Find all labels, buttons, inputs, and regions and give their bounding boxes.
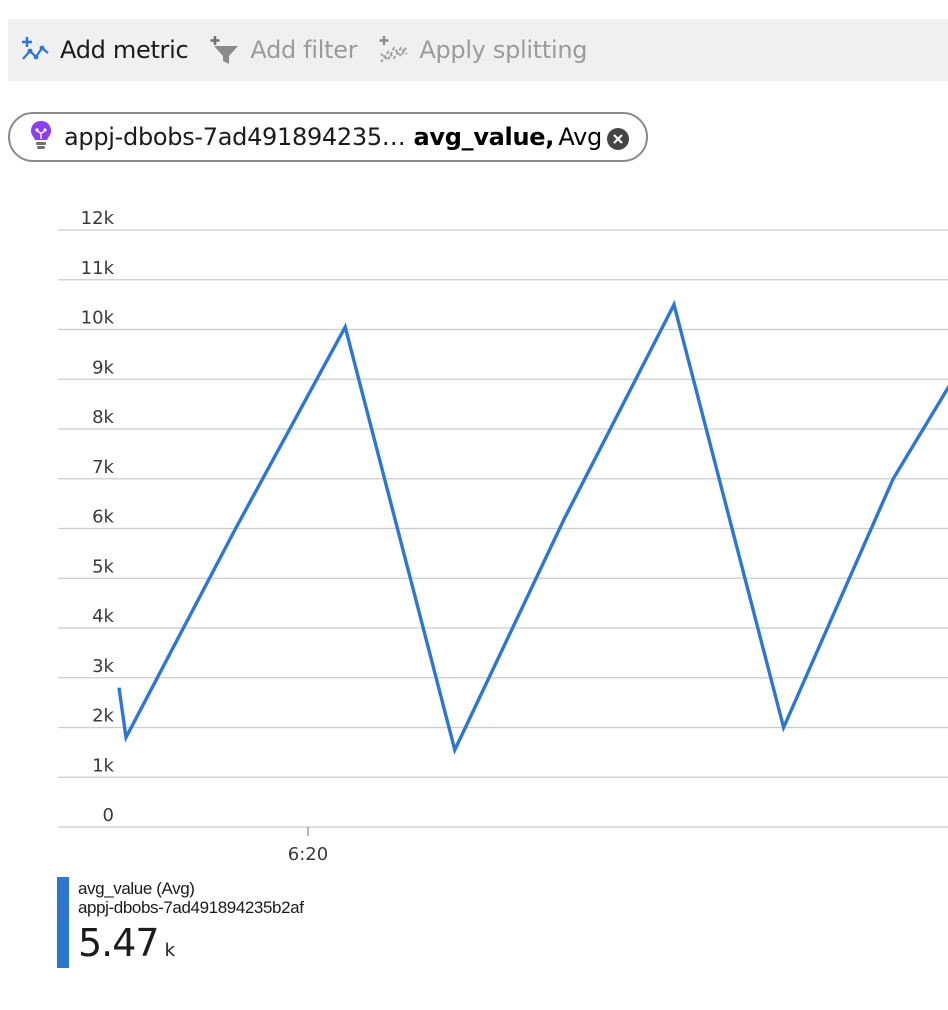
legend-series-label: avg_value (Avg) bbox=[78, 879, 195, 898]
y-tick-label: 6k bbox=[92, 507, 114, 528]
y-tick-label: 8k bbox=[92, 407, 114, 428]
add-metric-label: Add metric bbox=[60, 36, 189, 64]
y-tick-label: 0 bbox=[103, 805, 114, 826]
aggregation-label: Avg bbox=[558, 123, 602, 151]
legend-summary-unit: k bbox=[164, 940, 176, 961]
y-tick-label: 11k bbox=[81, 258, 115, 279]
add-metric-button[interactable]: Add metric bbox=[20, 19, 189, 81]
y-tick-label: 5k bbox=[92, 556, 114, 577]
y-tick-label: 1k bbox=[92, 755, 114, 776]
y-tick-label: 3k bbox=[92, 656, 114, 677]
application-insights-icon bbox=[30, 120, 52, 154]
add-filter-label: Add filter bbox=[250, 36, 358, 64]
y-tick-label: 9k bbox=[92, 357, 114, 378]
legend-resource-label: appj-dbobs-7ad491894235b2af bbox=[78, 898, 304, 917]
add-filter-button[interactable]: Add filter bbox=[208, 19, 358, 81]
legend-summary-value: 5.47 bbox=[78, 921, 160, 965]
metrics-toolbar: Add metric Add filter Apply splitting bbox=[8, 19, 948, 81]
add-metric-icon bbox=[20, 35, 50, 65]
y-tick-label: 10k bbox=[81, 308, 115, 329]
y-tick-label: 4k bbox=[92, 606, 114, 627]
apply-splitting-button[interactable]: Apply splitting bbox=[377, 19, 588, 81]
remove-metric-icon[interactable] bbox=[606, 127, 630, 155]
splitting-icon bbox=[377, 34, 409, 66]
legend-color-bar bbox=[57, 877, 69, 968]
metric-separator: , bbox=[545, 123, 555, 151]
metric-pill[interactable]: appj-dbobs-7ad491894235… avg_value, Avg bbox=[8, 112, 648, 162]
line-chart: 0 1k 2k 3k 4k 5k 6k 7k 8k 9k 10k 11k 12k 6:20 bbox=[58, 208, 948, 865]
x-tick-label: 6:20 bbox=[288, 844, 328, 865]
y-tick-label: 2k bbox=[92, 706, 114, 727]
metric-name: avg_value bbox=[413, 123, 546, 151]
apply-splitting-label: Apply splitting bbox=[419, 36, 588, 64]
resource-name: appj-dbobs-7ad491894235… bbox=[64, 123, 406, 151]
y-tick-label: 12k bbox=[81, 208, 115, 229]
y-tick-label: 7k bbox=[92, 457, 114, 478]
filter-icon bbox=[208, 34, 240, 66]
series-line bbox=[117, 299, 948, 755]
